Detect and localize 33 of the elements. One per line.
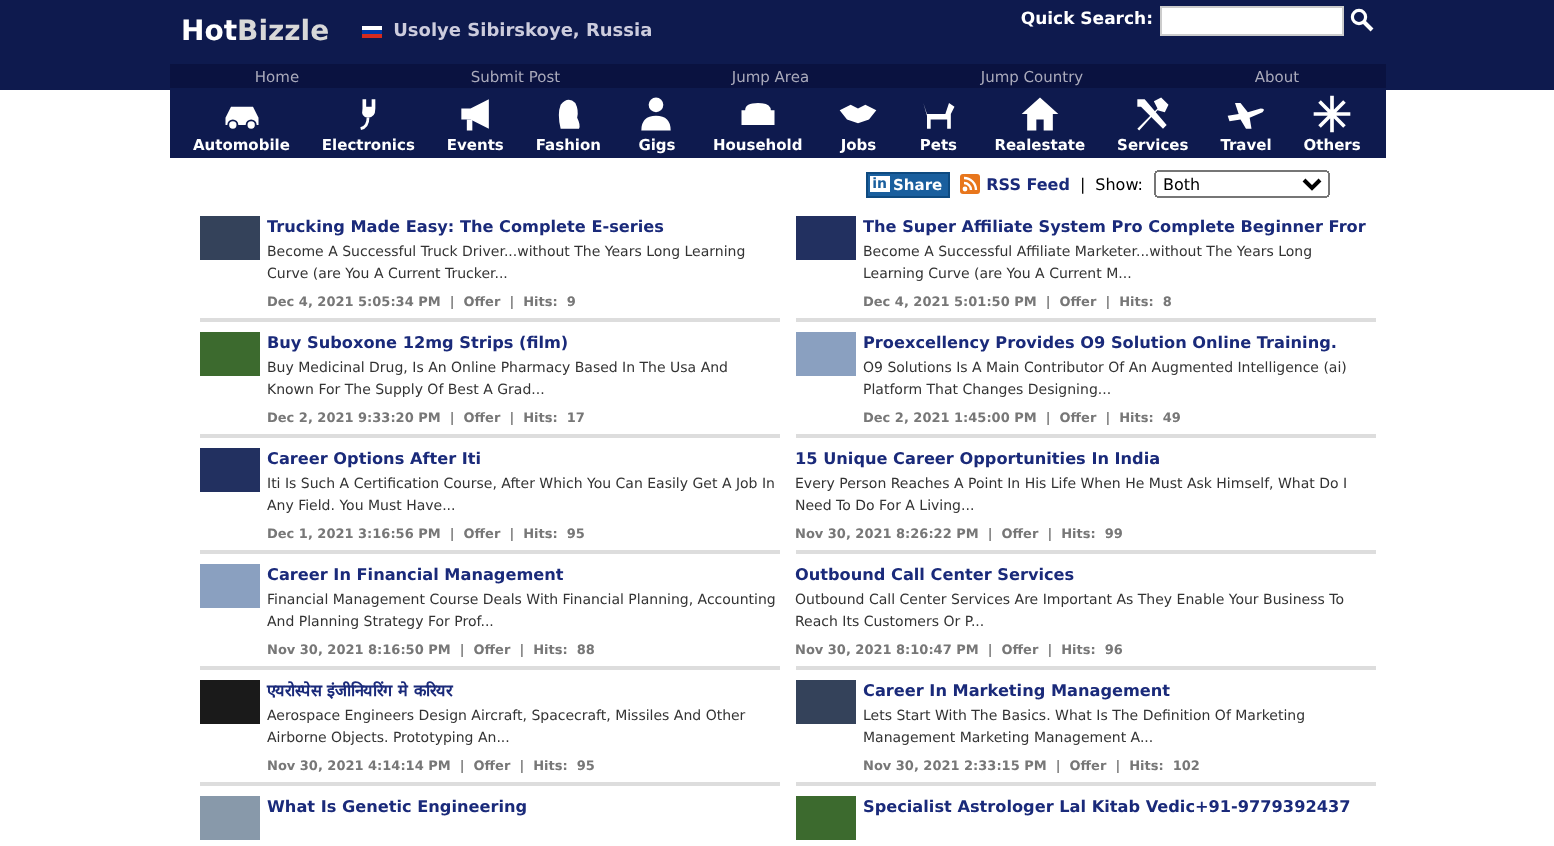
- search-icon[interactable]: [1349, 8, 1373, 32]
- post-title-link[interactable]: Proexcellency Provides O9 Solution Online Training.: [863, 330, 1375, 354]
- post-title-link[interactable]: एयरोस्पेस इंजीनियरिंग मे करियर: [267, 678, 779, 702]
- thumbnail-photo-placeholder[interactable]: [795, 796, 855, 840]
- post-title-link[interactable]: Buy Suboxone 12mg Strips (film): [267, 330, 779, 354]
- rss-icon: [960, 174, 981, 194]
- thumbnail-photo-placeholder[interactable]: [795, 332, 855, 376]
- post-title-link[interactable]: What Is Genetic Engineering: [267, 794, 528, 818]
- post-title-link[interactable]: Career Options After Iti: [267, 446, 779, 470]
- site-logo[interactable]: HotBizzle: [181, 16, 330, 48]
- thumbnail-photo-placeholder[interactable]: [199, 216, 259, 260]
- search-field[interactable]: [1159, 5, 1343, 35]
- post-title-link[interactable]: Trucking Made Easy: The Complete E-series: [267, 214, 779, 238]
- thumbnail-photo-placeholder[interactable]: [199, 680, 259, 724]
- location-text: Usolye Sibirskoye, Russia: [393, 22, 653, 42]
- show-label: Show:: [1095, 175, 1143, 193]
- thumbnail-photo-placeholder[interactable]: [795, 216, 855, 260]
- post-title-link[interactable]: The Super Affiliate System Pro Complete Beginner Fror: [863, 214, 1375, 238]
- separator-text: |: [1079, 175, 1086, 193]
- thumbnail-photo-placeholder[interactable]: [199, 332, 259, 376]
- post-title-link[interactable]: Specialist Astrologer Lal Kitab Vedic+91-9779392437: [863, 794, 1351, 818]
- post-title-link[interactable]: 15 Unique Career Opportunities In India: [795, 446, 1375, 470]
- post-title-link[interactable]: Career In Marketing Management: [863, 678, 1375, 702]
- thumbnail-photo-placeholder[interactable]: [199, 564, 259, 608]
- thumbnail-photo-placeholder[interactable]: [199, 448, 259, 492]
- thumbnail-photo-placeholder[interactable]: [199, 796, 259, 840]
- flag-icon: [361, 25, 382, 39]
- post-title-link[interactable]: Outbound Call Center Services: [795, 562, 1375, 586]
- thumbnail-photo-placeholder[interactable]: [795, 680, 855, 724]
- rss-link[interactable]: RSS Feed: [960, 174, 1070, 194]
- quick-search-label: Quick Search:: [1020, 10, 1153, 30]
- show-dropdown[interactable]: Both: [1153, 170, 1329, 198]
- post-title-link[interactable]: Career In Financial Management: [267, 562, 779, 586]
